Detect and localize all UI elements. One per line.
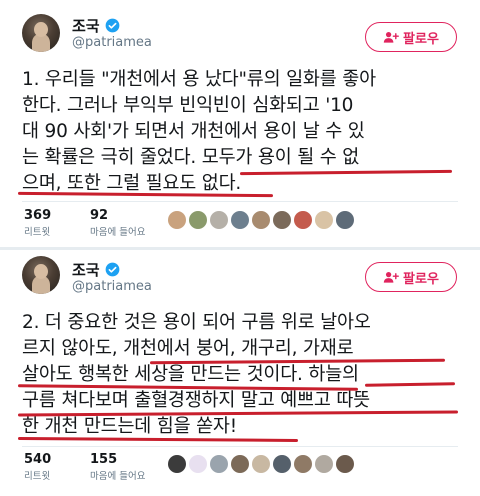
liker-avatar[interactable]	[189, 211, 207, 229]
tweet-text-line: 르지 않아도, 개천에서 붕어, 개구리, 가재로	[22, 338, 354, 359]
liker-avatar[interactable]	[210, 211, 228, 229]
like-stat[interactable]: 92 마음에 들어요	[90, 208, 145, 238]
liker-avatar[interactable]	[315, 455, 333, 473]
follow-label: 팔로우	[403, 271, 439, 287]
tweet-text-line: 는 확률은 극히 줄었다. 모두가 용이 될 수 없	[22, 147, 360, 168]
verified-badge-icon	[105, 262, 119, 277]
retweet-count: 540	[24, 452, 52, 467]
retweet-stat[interactable]: 369 리트윗	[24, 208, 51, 238]
like-stat[interactable]: 155 마음에 들어요	[90, 452, 145, 482]
follow-button[interactable]: 팔로우	[365, 22, 457, 52]
liker-avatar[interactable]	[294, 455, 312, 473]
liker-avatar[interactable]	[315, 211, 333, 229]
tweet-text-line: 1. 우리들 "개천에서 용 났다"류의 일화를 좋아	[22, 69, 376, 90]
display-name[interactable]: 조국	[72, 15, 100, 36]
liker-avatar[interactable]	[294, 211, 312, 229]
liker-avatar[interactable]	[336, 455, 354, 473]
like-label: 마음에 들어요	[90, 471, 146, 482]
avatar[interactable]	[22, 14, 60, 52]
retweet-stat[interactable]: 540 리트윗	[24, 452, 51, 482]
liker-avatar[interactable]	[231, 211, 249, 229]
tweet-text: 1. 우리들 "개천에서 용 났다"류의 일화를 좋아 한다. 그러나 부익부 …	[22, 67, 462, 197]
retweet-count: 369	[24, 208, 52, 223]
liker-avatar[interactable]	[168, 211, 186, 229]
tweet-text-line: 한 개천 만드는데 힘을 쏟자!	[22, 416, 237, 437]
liker-avatars	[168, 455, 354, 473]
liker-avatars	[168, 211, 354, 229]
follow-button[interactable]: 팔로우	[365, 262, 457, 292]
follow-label: 팔로우	[403, 31, 439, 47]
add-user-icon	[383, 271, 399, 283]
liker-avatar[interactable]	[189, 455, 207, 473]
liker-avatar[interactable]	[210, 455, 228, 473]
user-handle[interactable]: @patriamea	[72, 279, 152, 294]
tweet-text-line: 2. 더 중요한 것은 용이 되어 구름 위로 날아오	[22, 312, 371, 333]
author-row: 조국	[72, 259, 120, 280]
like-label: 마음에 들어요	[90, 227, 146, 238]
tweet-card-2: 조국 @patriamea 팔로우 2. 더 중요한 것은 용이 되어 구름 위…	[0, 250, 480, 496]
avatar[interactable]	[22, 256, 60, 294]
liker-avatar[interactable]	[252, 211, 270, 229]
author-row: 조국	[72, 15, 120, 36]
add-user-icon	[383, 31, 399, 43]
user-handle[interactable]: @patriamea	[72, 35, 152, 50]
stats-divider	[22, 446, 458, 447]
like-count: 155	[90, 452, 118, 467]
stats-divider	[22, 201, 458, 202]
liker-avatar[interactable]	[273, 455, 291, 473]
tweet-text-line: 한다. 그러나 부익부 빈익빈이 심화되고 '10	[22, 95, 354, 116]
liker-avatar[interactable]	[273, 211, 291, 229]
highlight-underline	[17, 437, 299, 442]
tweet-text: 2. 더 중요한 것은 용이 되어 구름 위로 날아오 르지 않아도, 개천에서…	[22, 310, 462, 440]
liker-avatar[interactable]	[231, 455, 249, 473]
verified-badge-icon	[105, 18, 119, 33]
retweet-label: 리트윗	[24, 227, 51, 238]
display-name[interactable]: 조국	[72, 259, 100, 280]
liker-avatar[interactable]	[252, 455, 270, 473]
retweet-label: 리트윗	[24, 471, 51, 482]
tweet-card-1: 조국 @patriamea 팔로우 1. 우리들 "개천에서 용 났다"류의 일…	[0, 0, 480, 248]
tweet-text-line: 대 90 사회'가 되면서 개천에서 용이 날 수 있	[22, 121, 365, 142]
like-count: 92	[90, 208, 109, 223]
liker-avatar[interactable]	[168, 455, 186, 473]
liker-avatar[interactable]	[336, 211, 354, 229]
